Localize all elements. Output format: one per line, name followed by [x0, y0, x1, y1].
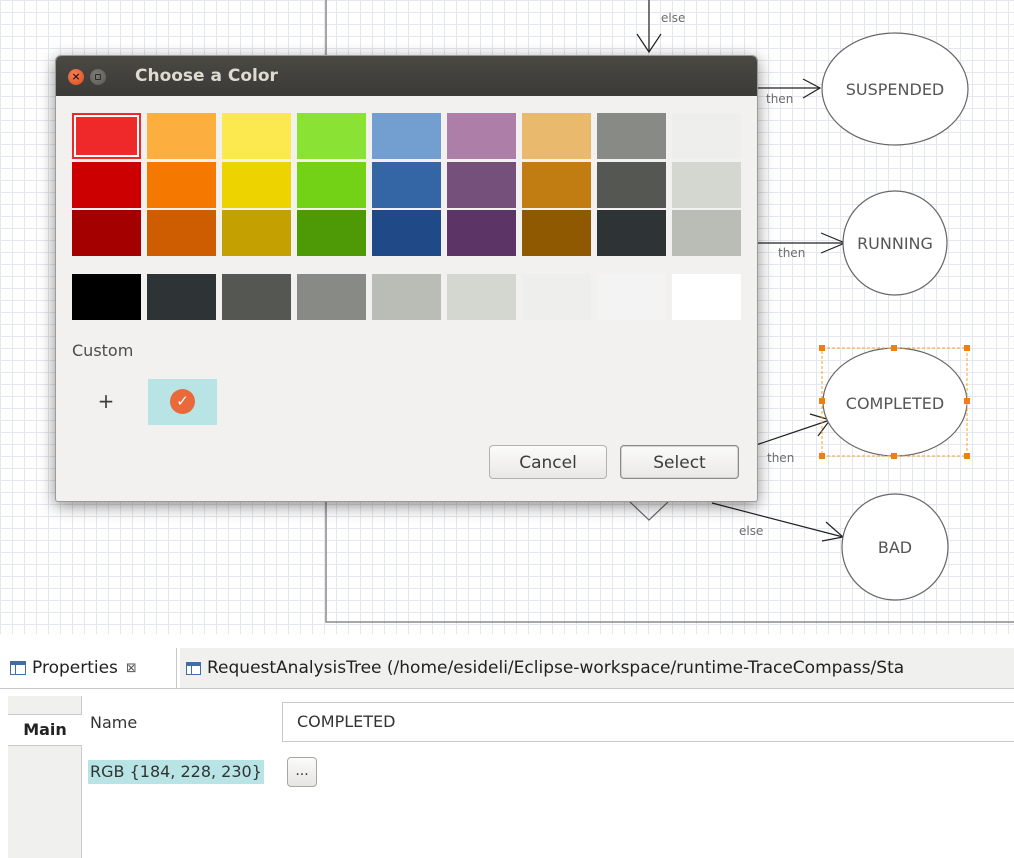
- color-swatch[interactable]: [297, 113, 366, 159]
- edge-label-then-running: then: [778, 246, 805, 260]
- color-swatch[interactable]: [447, 113, 516, 159]
- edge-label-else-top: else: [661, 11, 685, 25]
- gray-swatch[interactable]: [297, 274, 366, 320]
- color-swatch[interactable]: [522, 162, 591, 208]
- color-swatch[interactable]: [372, 210, 441, 256]
- color-swatch[interactable]: [672, 113, 741, 159]
- edge-to-bad-arrowhead: [821, 521, 845, 542]
- color-picker-button[interactable]: ...: [287, 757, 317, 787]
- color-swatch[interactable]: [72, 113, 141, 159]
- edge-label-then-suspended: then: [766, 92, 793, 106]
- custom-color-swatch[interactable]: ✓: [148, 379, 217, 425]
- color-swatch[interactable]: [522, 113, 591, 159]
- color-swatch[interactable]: [597, 210, 666, 256]
- color-swatch[interactable]: [297, 210, 366, 256]
- close-tab-icon[interactable]: ⊠: [126, 661, 137, 676]
- state-suspended-label: SUSPENDED: [846, 80, 945, 99]
- tab-request-analysis-label: RequestAnalysisTree (/home/esideli/Eclip…: [207, 658, 905, 678]
- color-swatch[interactable]: [597, 113, 666, 159]
- properties-view-icon: [10, 661, 26, 675]
- gray-swatch[interactable]: [597, 274, 666, 320]
- name-label: Name: [90, 713, 138, 732]
- gray-swatch[interactable]: [672, 274, 741, 320]
- color-swatch[interactable]: [147, 210, 216, 256]
- properties-view: Properties ⊠ RequestAnalysisTree (/home/…: [0, 634, 1014, 858]
- color-swatch[interactable]: [297, 162, 366, 208]
- custom-colors-label: Custom: [72, 341, 134, 360]
- gray-swatch[interactable]: [447, 274, 516, 320]
- dialog-titlebar[interactable]: × Choose a Color: [56, 56, 757, 96]
- edge-to-bad: [711, 502, 844, 538]
- tab-properties[interactable]: Properties ⊠: [0, 648, 177, 688]
- color-swatch[interactable]: [522, 210, 591, 256]
- side-tab-main[interactable]: Main: [8, 714, 82, 746]
- gray-swatch[interactable]: [222, 274, 291, 320]
- edge-to-completed: [755, 419, 831, 446]
- color-swatch[interactable]: [72, 210, 141, 256]
- dialog-title: Choose a Color: [135, 66, 278, 86]
- color-swatch[interactable]: [447, 210, 516, 256]
- state-bad-label: BAD: [878, 538, 912, 557]
- color-swatch[interactable]: [672, 162, 741, 208]
- close-icon[interactable]: ×: [68, 69, 84, 85]
- color-swatch[interactable]: [672, 210, 741, 256]
- color-swatch[interactable]: [147, 113, 216, 159]
- color-swatch[interactable]: [447, 162, 516, 208]
- color-swatch[interactable]: [147, 162, 216, 208]
- cancel-button[interactable]: Cancel: [489, 445, 607, 479]
- gray-swatch[interactable]: [522, 274, 591, 320]
- color-swatch[interactable]: [372, 113, 441, 159]
- choice-diamond: [629, 501, 669, 521]
- edge-label-then-completed: then: [767, 451, 794, 465]
- gray-swatch[interactable]: [372, 274, 441, 320]
- add-custom-color-button[interactable]: +: [96, 389, 116, 413]
- color-swatch[interactable]: [372, 162, 441, 208]
- select-button[interactable]: Select: [620, 445, 739, 479]
- minimize-icon[interactable]: [90, 69, 106, 85]
- color-swatch[interactable]: [597, 162, 666, 208]
- color-swatch[interactable]: [72, 162, 141, 208]
- tab-properties-label: Properties: [32, 658, 118, 678]
- gray-swatch[interactable]: [72, 274, 141, 320]
- check-icon: ✓: [170, 389, 195, 414]
- color-swatch[interactable]: [222, 113, 291, 159]
- properties-side-tabs: Main: [8, 696, 82, 858]
- color-swatch[interactable]: [222, 210, 291, 256]
- state-running-label: RUNNING: [857, 234, 933, 253]
- state-completed-label: COMPLETED: [846, 394, 944, 413]
- edge-label-else-bad: else: [739, 524, 763, 538]
- view-tabbar: Properties ⊠ RequestAnalysisTree (/home/…: [0, 648, 1014, 689]
- tab-request-analysis-tree[interactable]: RequestAnalysisTree (/home/esideli/Eclip…: [180, 648, 1014, 688]
- color-value-label: RGB {184, 228, 230}: [88, 760, 264, 784]
- name-field[interactable]: COMPLETED: [282, 702, 1014, 742]
- gray-swatch[interactable]: [147, 274, 216, 320]
- editor-window-icon: [186, 661, 201, 675]
- choose-color-dialog: × Choose a Color Custom + ✓ Cancel Selec…: [55, 55, 758, 502]
- color-swatch[interactable]: [222, 162, 291, 208]
